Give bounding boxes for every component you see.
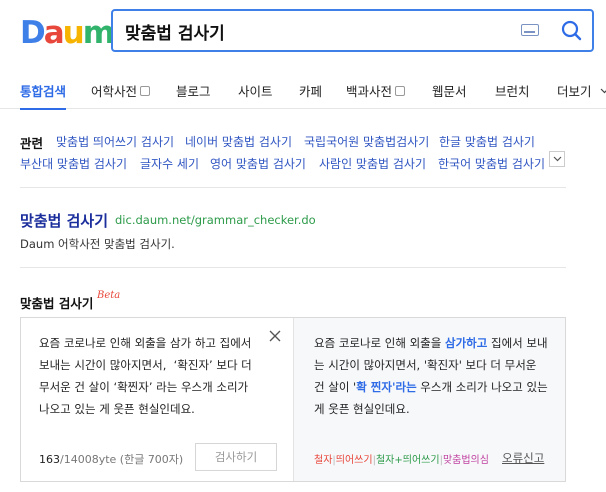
checker-result-panel: 요즘 코로나로 인해 외출을 삼가하고 집에서 보내는 시간이 많아지면서, '…	[293, 318, 565, 481]
checker-input-panel: 요즘 코로나로 인해 외출을 삼가 하고 집에서 보내는 시간이 많아지면서, …	[21, 318, 293, 481]
related-label: 관련	[20, 136, 44, 151]
tab-more[interactable]: 더보기	[557, 81, 606, 100]
clear-button[interactable]	[267, 328, 283, 344]
correction-highlight[interactable]: 삼가하고	[445, 336, 487, 350]
checker-textarea[interactable]: 요즘 코로나로 인해 외출을 삼가 하고 집에서 보내는 시간이 많아지면서, …	[39, 332, 264, 420]
tab-integrated[interactable]: 통합검색	[20, 81, 67, 110]
tab-webdocs[interactable]: 웹문서	[432, 81, 467, 100]
checker-output: 요즘 코로나로 인해 외출을 삼가하고 집에서 보내는 시간이 많아지면서, '…	[314, 336, 548, 416]
related-link[interactable]: 영어 맞춤법 검사기	[210, 155, 306, 172]
checker-panel: 요즘 코로나로 인해 외출을 삼가 하고 집에서 보내는 시간이 많아지면서, …	[20, 317, 566, 482]
related-link[interactable]: 한글 맞춤법 검사기	[439, 133, 535, 150]
keyboard-icon[interactable]	[521, 24, 539, 36]
related-link[interactable]: 네이버 맞춤법 검사기	[185, 133, 292, 150]
result-url[interactable]: dic.daum.net/grammar_checker.do	[115, 213, 316, 227]
related-link[interactable]: 맞춤법 띄어쓰기 검사기	[56, 133, 174, 150]
related-searches: 관련 맞춤법 띄어쓰기 검사기 네이버 맞춤법 검사기 국립국어원 맞춤법검사기…	[20, 133, 566, 187]
checkbox-icon	[140, 86, 151, 96]
report-error-link[interactable]: 오류신고	[502, 450, 544, 466]
header: Daum	[0, 0, 606, 70]
related-link[interactable]: 부산대 맞춤법 검사기	[20, 155, 127, 172]
search-tabs: 통합검색 어학사전 블로그 사이트 카페 백과사전 웹문서 브런치 더보기	[0, 70, 606, 110]
tab-cafe[interactable]: 카페	[299, 81, 322, 100]
search-icon	[561, 20, 582, 41]
tab-blog[interactable]: 블로그	[176, 81, 211, 100]
check-button[interactable]: 검사하기	[195, 443, 277, 471]
tab-dictionary[interactable]: 어학사전	[91, 81, 151, 100]
search-button[interactable]	[557, 16, 587, 46]
checker-title: 맞춤법 검사기	[20, 296, 94, 311]
search-box	[111, 9, 594, 52]
divider	[20, 267, 566, 268]
divider	[20, 187, 566, 188]
related-link[interactable]: 한국어 맞춤법 검사기	[438, 155, 545, 172]
related-link[interactable]: 사람인 맞춤법 검사기	[319, 155, 426, 172]
error-legend: 철자|띄어쓰기|철자+띄어쓰기|맞춤법의심	[314, 455, 489, 466]
chevron-down-icon	[553, 156, 562, 162]
tab-site[interactable]: 사이트	[238, 81, 273, 100]
beta-badge: Beta	[97, 290, 121, 301]
result-description: Daum 어학사전 맞춤법 검사기.	[20, 237, 175, 251]
related-link[interactable]: 국립국어원 맞춤법검사기	[304, 133, 429, 150]
chevron-down-icon	[600, 88, 606, 94]
tab-brunch[interactable]: 브런치	[495, 81, 530, 100]
related-link[interactable]: 글자수 세기	[140, 155, 199, 172]
correction-highlight[interactable]: 확 찐자'라는	[356, 380, 416, 394]
related-expand-button[interactable]	[549, 151, 565, 167]
checkbox-icon	[395, 86, 406, 96]
close-icon	[269, 330, 281, 342]
result-title[interactable]: 맞춤법 검사기	[20, 210, 108, 231]
tab-encyclopedia[interactable]: 백과사전	[346, 81, 406, 100]
daum-logo[interactable]: Daum	[20, 15, 115, 51]
search-input[interactable]	[125, 19, 505, 43]
char-count: 163/14008yte (한글 700자)	[39, 453, 184, 466]
